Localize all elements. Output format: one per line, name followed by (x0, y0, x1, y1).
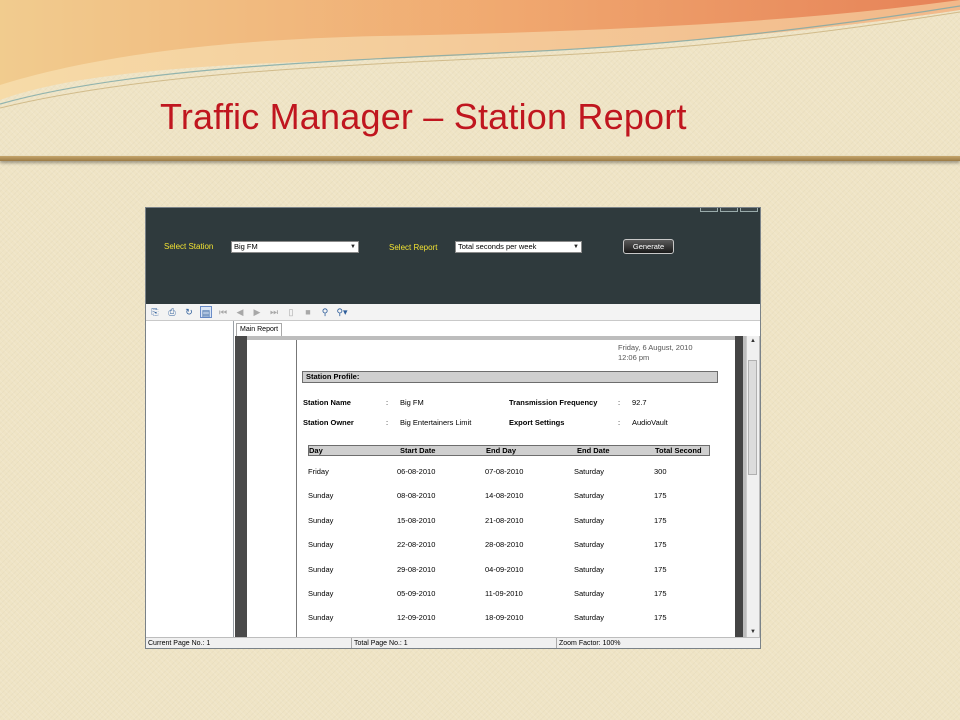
maximize-icon[interactable] (720, 208, 738, 212)
slide-title: Traffic Manager – Station Report (160, 96, 687, 137)
vertical-scrollbar[interactable]: ▲ ▼ (746, 336, 759, 637)
table-cell: 15-08-2010 (397, 515, 436, 525)
table-cell: 300 (654, 467, 667, 476)
scroll-thumb[interactable] (748, 360, 757, 475)
tree-toggle-icon[interactable]: ▤ (200, 306, 212, 318)
viewer-toolbar: ⎘ ⎙ ↻ ▤ ⏮ ◀ ▶ ⏭ ▯ ■ ⚲ ⚲▾ (146, 304, 760, 321)
table-cell: Saturday (574, 515, 605, 525)
table-cell: 06-08-2010 (397, 467, 436, 476)
printed-date: Friday, 6 August, 2010 (618, 343, 693, 352)
chevron-down-icon[interactable]: ▼ (348, 242, 358, 252)
table-cell: 14-08-2010 (485, 491, 524, 501)
column-header: Day (309, 446, 323, 455)
report-label: Select Report (389, 243, 438, 252)
total-page-status: Total Page No.: 1 (354, 640, 408, 647)
table-cell: 04-09-2010 (485, 564, 524, 574)
table-cell: 18-09-2010 (485, 613, 524, 623)
last-page-icon[interactable]: ⏭ (268, 306, 280, 318)
table-cell: Saturday (574, 613, 605, 623)
station-name-label: Station Name (303, 398, 351, 407)
table-cell: Sunday (308, 564, 334, 574)
table-cell: Sunday (308, 515, 334, 525)
table-cell: Sunday (308, 540, 334, 550)
find-icon[interactable]: ⚲ (319, 306, 331, 318)
next-page-icon[interactable]: ▶ (251, 306, 263, 318)
export-settings-value: AudioVault (632, 418, 668, 427)
table-cell: Sunday (308, 613, 334, 623)
report-select-value: Total seconds per week (458, 242, 537, 251)
table-cell: Saturday (574, 491, 605, 501)
export-icon[interactable]: ⎘ (149, 306, 161, 318)
table-cell: 175 (654, 613, 667, 623)
report-window: Select Station Big FM ▼ Select Report To… (145, 207, 761, 649)
frequency-label: Transmission Frequency (509, 398, 598, 407)
table-cell: Saturday (574, 589, 605, 598)
column-header: End Date (577, 446, 610, 455)
current-page-status: Current Page No.: 1 (148, 640, 211, 647)
go-to-page-icon[interactable]: ▯ (285, 306, 297, 318)
zoom-icon[interactable]: ⚲▾ (336, 306, 348, 318)
station-profile-header: Station Profile: (302, 371, 718, 383)
column-header: End Day (486, 446, 517, 455)
scroll-up-icon[interactable]: ▲ (747, 336, 759, 346)
table-cell: 21-08-2010 (485, 515, 524, 525)
table-cell: 175 (654, 589, 667, 598)
export-settings-label: Export Settings (509, 418, 565, 427)
table-cell: 22-08-2010 (397, 540, 436, 550)
print-icon[interactable]: ⎙ (166, 306, 178, 318)
table-cell: Saturday (574, 540, 605, 550)
table-cell: 175 (654, 540, 667, 550)
table-cell: 11-09-2010 (485, 589, 523, 598)
owner-label: Station Owner (303, 418, 354, 427)
printed-time: 12:06 pm (618, 353, 650, 362)
station-name-value: Big FM (400, 398, 424, 407)
close-icon[interactable] (740, 208, 758, 212)
table-cell: 28-08-2010 (485, 540, 524, 550)
table-cell: 175 (654, 491, 667, 501)
tab-main-report[interactable]: Main Report (236, 323, 283, 336)
generate-button[interactable]: Generate (623, 239, 674, 254)
colon: : (386, 418, 389, 427)
report-select[interactable]: Total seconds per week ▼ (455, 241, 582, 253)
title-divider (0, 156, 960, 161)
chevron-down-icon[interactable]: ▼ (571, 242, 581, 252)
scroll-down-icon[interactable]: ▼ (747, 627, 759, 637)
minimize-icon[interactable] (700, 208, 718, 212)
table-cell: 08-08-2010 (397, 491, 436, 501)
table-cell: 07-08-2010 (485, 467, 524, 476)
column-header: Total Second (655, 446, 702, 455)
page-margin (296, 340, 297, 637)
page-shadow-right (735, 336, 743, 637)
group-tree-pane[interactable] (146, 321, 234, 637)
table-cell: 12-09-2010 (397, 613, 436, 623)
zoom-status: Zoom Factor: 100% (559, 640, 621, 647)
table-cell: 29-08-2010 (397, 564, 436, 574)
first-page-icon[interactable]: ⏮ (217, 306, 229, 318)
prev-page-icon[interactable]: ◀ (234, 306, 246, 318)
table-cell: Friday (308, 467, 329, 476)
colon: : (386, 398, 389, 407)
window-controls (700, 208, 758, 212)
status-bar: Current Page No.: 1 Total Page No.: 1 Zo… (146, 637, 760, 648)
owner-value: Big Entertainers Limit (400, 418, 472, 427)
table-cell: Saturday (574, 564, 605, 574)
refresh-icon[interactable]: ↻ (183, 306, 195, 318)
page-shadow (235, 336, 247, 637)
table-cell: 175 (654, 515, 667, 525)
colon: : (618, 418, 621, 427)
colon: : (618, 398, 621, 407)
station-select[interactable]: Big FM ▼ (231, 241, 359, 253)
table-cell: 175 (654, 564, 667, 574)
table-cell: Sunday (308, 589, 334, 598)
stop-icon[interactable]: ■ (302, 306, 314, 318)
decorative-swoosh (0, 0, 960, 109)
filter-panel: Select Station Big FM ▼ Select Report To… (146, 208, 760, 304)
table-cell: Sunday (308, 491, 334, 501)
column-header: Start Date (400, 446, 436, 455)
station-select-value: Big FM (234, 242, 258, 251)
table-cell: 05-09-2010 (397, 589, 436, 598)
frequency-value: 92.7 (632, 398, 647, 407)
station-label: Select Station (164, 242, 214, 251)
table-cell: Saturday (574, 467, 605, 476)
